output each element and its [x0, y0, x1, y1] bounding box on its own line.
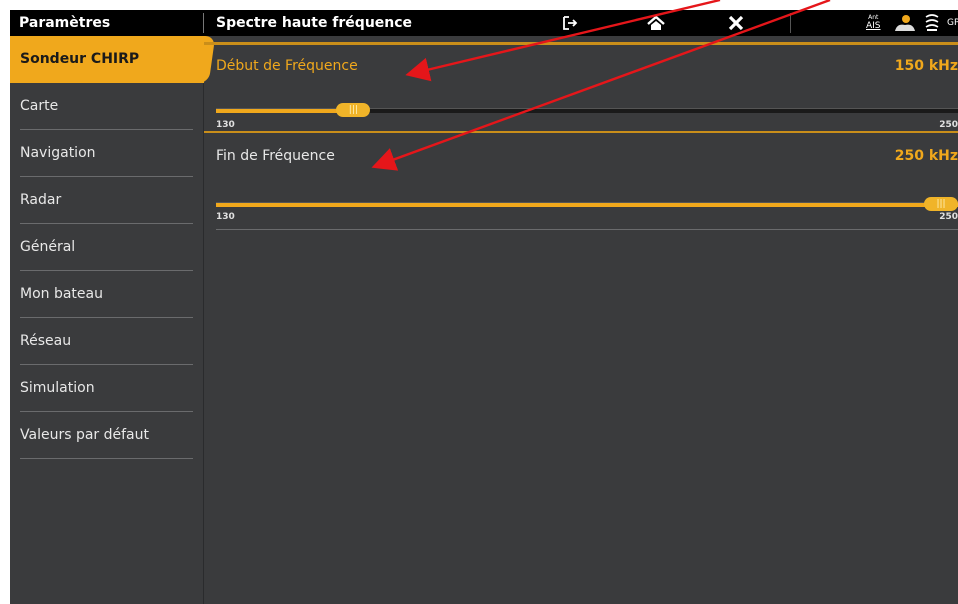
page-title: Paramètres: [19, 15, 111, 31]
row-divider: [216, 229, 958, 230]
home-icon: [647, 15, 665, 30]
start-frequency-label: Début de Fréquence: [216, 58, 358, 74]
exit-icon: [563, 16, 578, 30]
row-divider: [204, 131, 958, 133]
slider-min-label: 130: [216, 212, 235, 222]
start-frequency-slider[interactable]: |||: [216, 103, 958, 117]
end-frequency-row[interactable]: Fin de Fréquence 250 kHz ||| 130 250: [216, 136, 958, 226]
sidebar-item-label: Réseau: [20, 333, 72, 349]
slider-min-label: 130: [216, 120, 235, 130]
section-title: Spectre haute fréquence: [216, 15, 413, 31]
home-button[interactable]: [636, 11, 676, 35]
gps-icon: GP: [947, 18, 958, 28]
ais-icon-label: AIS: [866, 21, 881, 31]
sidebar-item-simulation[interactable]: Simulation: [10, 365, 203, 412]
sonar-icon: [925, 14, 939, 31]
divider: [790, 13, 791, 33]
sidebar-item-valeurs-par-defaut[interactable]: Valeurs par défaut: [10, 412, 203, 459]
sidebar-item-label: Général: [20, 239, 76, 255]
close-button[interactable]: [716, 11, 756, 35]
exit-button[interactable]: [550, 11, 590, 35]
sidebar: Sondeur CHIRP Carte Navigation Radar Gén…: [10, 36, 204, 604]
sidebar-item-carte[interactable]: Carte: [10, 83, 203, 130]
sidebar-item-navigation[interactable]: Navigation: [10, 130, 203, 177]
slider-thumb[interactable]: |||: [336, 103, 371, 117]
close-icon: [728, 15, 744, 31]
sidebar-item-sondeur-chirp[interactable]: Sondeur CHIRP: [10, 36, 204, 83]
slider-max-label: 250: [939, 212, 958, 222]
sidebar-item-label: Navigation: [20, 145, 96, 161]
sidebar-item-label: Sondeur CHIRP: [20, 51, 140, 67]
end-frequency-value: 250 kHz: [894, 148, 958, 164]
sidebar-item-label: Mon bateau: [20, 286, 103, 302]
ais-icon: Ant AIS: [866, 14, 881, 34]
sidebar-item-label: Carte: [20, 98, 59, 114]
end-frequency-label: Fin de Fréquence: [216, 148, 335, 164]
divider: [203, 13, 204, 33]
app-window: Paramètres Spectre haute fréquence Ant A…: [10, 10, 958, 604]
person-icon: [895, 15, 915, 31]
sidebar-item-label: Radar: [20, 192, 62, 208]
start-frequency-value: 150 kHz: [894, 58, 958, 74]
sidebar-item-label: Simulation: [20, 380, 95, 396]
slider-fill: [216, 109, 343, 113]
sidebar-item-label: Valeurs par défaut: [20, 427, 149, 443]
panel-top-rule: [204, 42, 958, 45]
end-frequency-slider[interactable]: |||: [216, 197, 958, 211]
slider-max-label: 250: [939, 120, 958, 130]
sidebar-item-reseau[interactable]: Réseau: [10, 318, 203, 365]
settings-panel: Début de Fréquence 150 kHz ||| 130 250 F…: [204, 36, 958, 604]
slider-fill: [216, 203, 958, 207]
sidebar-item-radar[interactable]: Radar: [10, 177, 203, 224]
sidebar-item-general[interactable]: Général: [10, 224, 203, 271]
slider-thumb[interactable]: |||: [924, 197, 958, 211]
sidebar-item-mon-bateau[interactable]: Mon bateau: [10, 271, 203, 318]
top-bar: Paramètres Spectre haute fréquence Ant A…: [10, 10, 958, 36]
start-frequency-row[interactable]: Début de Fréquence 150 kHz ||| 130 250: [216, 46, 958, 132]
